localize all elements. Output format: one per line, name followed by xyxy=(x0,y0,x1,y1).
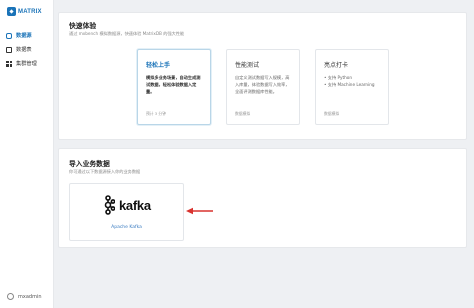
card-link[interactable]: 数据模拟 xyxy=(235,111,250,117)
sidebar-item-cluster[interactable]: 集群管理 xyxy=(6,60,37,67)
sidebar: MATRIX 数据源 数据表 集群管理 mxadmin xyxy=(0,0,54,308)
datasource-kafka-card[interactable]: kafka Apache Kafka xyxy=(69,183,184,241)
datasource-name[interactable]: Apache Kafka xyxy=(70,225,183,230)
quickstart-panel: 快速体验 通过 mxbench 模拟数据源，快速体验 MatrixDB 的强大性… xyxy=(58,12,467,140)
brand-name: MATRIX xyxy=(18,8,42,15)
annotation-arrow-icon xyxy=(186,207,213,215)
kafka-icon xyxy=(104,195,115,215)
card-desc: • 支持 Python • 支持 Machine Learning xyxy=(324,75,375,87)
card-title: 亮点打卡 xyxy=(324,62,349,69)
user-avatar-icon xyxy=(7,293,14,300)
card-link[interactable]: 数据模拟 xyxy=(324,111,339,117)
card-easy-start[interactable]: 轻松上手 模拟多业务场景，自动生成测试数据，轻松体验数据入定量。 预计 3 分钟 xyxy=(137,49,211,125)
card-link[interactable]: 预计 3 分钟 xyxy=(146,111,166,117)
sidebar-item-label: 数据源 xyxy=(16,33,32,39)
database-icon xyxy=(6,32,12,39)
table-icon xyxy=(6,46,12,53)
card-desc: 自定义测试数据写入规模，高入库量，体验数据写入效率，全面评测数据库性能。 xyxy=(235,75,290,94)
sidebar-item-tables[interactable]: 数据表 xyxy=(6,46,32,53)
matrix-logo-icon xyxy=(7,7,16,16)
user-menu[interactable]: mxadmin xyxy=(7,293,42,300)
kafka-logo-text: kafka xyxy=(119,197,151,213)
import-subtitle: 你可通过以下数据源接入你的业务数据 xyxy=(69,169,141,174)
quickstart-subtitle: 通过 mxbench 模拟数据源，快速体验 MatrixDB 的强大性能 xyxy=(69,31,185,36)
import-title: 导入业务数据 xyxy=(69,160,110,168)
kafka-logo: kafka xyxy=(104,195,151,215)
sidebar-item-label: 数据表 xyxy=(16,47,32,53)
sidebar-item-datasource[interactable]: 数据源 xyxy=(6,32,32,39)
brand-logo[interactable]: MATRIX xyxy=(7,7,42,16)
import-panel: 导入业务数据 你可通过以下数据源接入你的业务数据 kafka Apache Ka… xyxy=(58,148,467,248)
card-desc: 模拟多业务场景，自动生成测试数据，轻松体验数据入定量。 xyxy=(146,75,201,94)
card-title: 性能测试 xyxy=(235,62,260,69)
sidebar-item-label: 集群管理 xyxy=(16,61,37,67)
card-title: 轻松上手 xyxy=(146,62,171,69)
quickstart-title: 快速体验 xyxy=(69,22,97,30)
cluster-icon xyxy=(6,60,12,67)
username: mxadmin xyxy=(18,293,42,300)
card-performance-test[interactable]: 性能测试 自定义测试数据写入规模，高入库量，体验数据写入效率，全面评测数据库性能… xyxy=(226,49,300,125)
card-highlights[interactable]: 亮点打卡 • 支持 Python • 支持 Machine Learning 数… xyxy=(315,49,389,125)
